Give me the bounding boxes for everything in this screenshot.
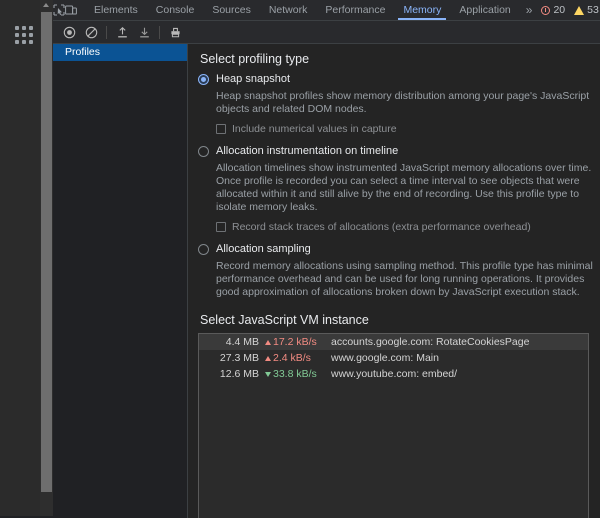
warning-count: 53 <box>587 4 599 16</box>
table-row[interactable]: 27.3 MB 2.4 kB/s www.google.com: Main <box>199 350 588 366</box>
option-label: Heap snapshot <box>216 73 290 85</box>
devtools-panel: Elements Console Sources Network Perform… <box>53 0 600 518</box>
scrollbar-thumb[interactable] <box>41 12 52 492</box>
row-size: 27.3 MB <box>219 352 259 364</box>
tab-network[interactable]: Network <box>260 0 317 20</box>
option-heap-snapshot: Heap snapshot Heap snapshot profiles sho… <box>198 73 600 135</box>
tab-application[interactable]: Application <box>450 0 519 20</box>
memory-panel-content: Profiles Select profiling type Heap snap… <box>53 44 600 518</box>
option-description: Allocation timelines show instrumented J… <box>216 162 592 213</box>
row-name: www.youtube.com: embed/ <box>331 368 458 380</box>
vm-instance-list[interactable]: 4.4 MB 17.2 kB/s accounts.google.com: Ro… <box>198 333 589 518</box>
memory-toolbar <box>53 21 600 44</box>
clear-icon[interactable] <box>80 21 102 43</box>
toolbar-divider-1 <box>106 25 107 39</box>
error-icon <box>541 5 551 15</box>
section-title-vm-instance: Select JavaScript VM instance <box>200 313 369 327</box>
checkbox-label: Include numerical values in capture <box>232 123 397 135</box>
page-scrollbar[interactable] <box>40 0 54 516</box>
error-count: 20 <box>553 4 566 16</box>
row-rate: 2.4 kB/s <box>265 352 331 364</box>
radio-icon <box>198 146 209 157</box>
option-allocation-instrumentation: Allocation instrumentation on timeline A… <box>198 145 600 233</box>
row-rate-value: 33.8 kB/s <box>273 368 317 380</box>
sidebar-item-profiles[interactable]: Profiles <box>53 44 187 61</box>
arrow-up-icon <box>265 339 271 345</box>
row-rate: 17.2 kB/s <box>265 336 331 348</box>
error-badge[interactable]: 20 <box>538 4 568 16</box>
tab-sources[interactable]: Sources <box>203 0 260 20</box>
radio-allocation-sampling[interactable]: Allocation sampling <box>198 243 600 256</box>
section-title-profiling: Select profiling type <box>200 52 310 66</box>
panel-tabs: Elements Console Sources Network Perform… <box>85 0 538 20</box>
scroll-up-arrow-icon[interactable] <box>43 3 49 7</box>
devtools-window: Elements Console Sources Network Perform… <box>0 0 600 518</box>
option-description: Record memory allocations using sampling… <box>216 260 593 298</box>
checkbox-record-stack-traces[interactable]: Record stack traces of allocations (extr… <box>216 221 600 233</box>
checkbox-icon <box>216 124 226 134</box>
profiling-type-pane: Select profiling type Heap snapshot Heap… <box>188 44 600 518</box>
radio-icon <box>198 244 209 255</box>
checkbox-icon <box>216 222 226 232</box>
save-profile-icon[interactable] <box>133 21 155 43</box>
device-toolbar-icon[interactable] <box>65 0 77 20</box>
tab-memory[interactable]: Memory <box>394 0 450 20</box>
load-profile-icon[interactable] <box>111 21 133 43</box>
tab-console[interactable]: Console <box>147 0 204 20</box>
toolbar-divider-2 <box>159 25 160 39</box>
sidebar-item-label: Profiles <box>65 46 101 58</box>
option-allocation-sampling: Allocation sampling Record memory alloca… <box>198 243 600 299</box>
row-rate-value: 17.2 kB/s <box>273 336 317 348</box>
table-row[interactable]: 4.4 MB 17.2 kB/s accounts.google.com: Ro… <box>199 334 588 350</box>
record-icon[interactable] <box>58 21 80 43</box>
row-rate: 33.8 kB/s <box>265 368 331 380</box>
row-size: 12.6 MB <box>219 368 259 380</box>
row-name: accounts.google.com: RotateCookiesPage <box>331 336 530 348</box>
more-tabs-icon[interactable]: » <box>520 0 539 20</box>
profiles-sidebar: Profiles <box>53 44 188 518</box>
devtools-tabbar: Elements Console Sources Network Perform… <box>53 0 600 21</box>
apps-grid-icon[interactable] <box>15 26 33 44</box>
row-name: www.google.com: Main <box>331 352 439 364</box>
option-label: Allocation instrumentation on timeline <box>216 145 399 157</box>
row-rate-value: 2.4 kB/s <box>273 352 311 364</box>
issue-badges: 20 53 20 <box>538 4 600 16</box>
delete-profile-icon[interactable] <box>164 21 186 43</box>
inspect-element-icon[interactable] <box>53 0 65 20</box>
radio-allocation-instrumentation[interactable]: Allocation instrumentation on timeline <box>198 145 600 158</box>
warning-triangle-icon <box>574 5 585 15</box>
row-size: 4.4 MB <box>225 336 259 348</box>
arrow-up-icon <box>265 355 271 361</box>
warning-badge[interactable]: 53 <box>571 4 600 16</box>
checkbox-label: Record stack traces of allocations (extr… <box>232 221 531 233</box>
radio-heap-snapshot[interactable]: Heap snapshot <box>198 73 600 86</box>
arrow-down-icon <box>265 371 271 377</box>
tab-performance[interactable]: Performance <box>316 0 394 20</box>
option-label: Allocation sampling <box>216 243 311 255</box>
option-description: Heap snapshot profiles show memory distr… <box>216 90 590 115</box>
table-row[interactable]: 12.6 MB 33.8 kB/s www.youtube.com: embed… <box>199 366 588 382</box>
checkbox-include-numerical-values[interactable]: Include numerical values in capture <box>216 123 600 135</box>
tab-elements[interactable]: Elements <box>85 0 147 20</box>
radio-icon-selected <box>198 74 209 85</box>
